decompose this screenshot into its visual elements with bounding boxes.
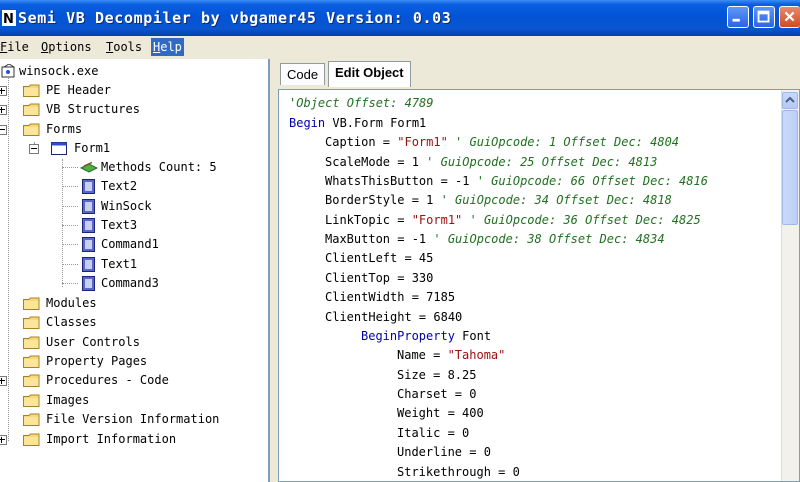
folder-icon [23,374,40,387]
code-line: WhatsThisButton = -1 ' GuiOpcode: 66 Off… [325,174,708,188]
methods-icon [80,162,98,173]
control-icon [82,179,95,194]
expand-icon[interactable] [0,435,7,445]
project-tree[interactable]: winsock.exe PE Header VB Structures Form… [0,59,270,482]
code-line: ClientWidth = 7185 [325,290,456,304]
tree-connector [62,206,78,207]
tree-item-forms[interactable]: Forms [0,120,265,139]
scroll-thumb[interactable] [782,110,798,225]
expand-icon[interactable] [0,105,7,115]
tree-connector [62,244,78,245]
code-line: ClientHeight = 6840 [325,310,463,324]
tree-item-import-information[interactable]: Import Information [0,430,265,449]
tree-item-file-version-information[interactable]: File Version Information [0,410,265,429]
folder-icon [23,297,40,310]
tree-item-form1[interactable]: Form1 [0,139,265,158]
minimize-button[interactable] [727,6,749,28]
code-line: BeginProperty Font [361,329,492,343]
control-icon [82,218,95,233]
code-view[interactable]: 'Object Offset: 4789 Begin VB.Form Form1… [278,89,800,482]
code-line: ClientLeft = 45 [325,251,434,265]
exe-icon [1,64,15,78]
code-line: Strikethrough = 0 [397,465,520,479]
folder-icon [23,394,40,407]
code-line: 'Object Offset: 4789 [289,96,434,110]
control-icon [82,237,95,252]
tree-item-text2[interactable]: Text2 [0,177,265,196]
code-line: Underline = 0 [397,445,491,459]
tree-item-modules[interactable]: Modules [0,294,265,313]
tree-root[interactable]: winsock.exe [0,62,265,81]
expand-icon[interactable] [0,86,7,96]
folder-icon [23,103,40,116]
folder-icon [23,123,40,136]
tab-strip: Code Edit Object [272,59,800,89]
tree-item-text3[interactable]: Text3 [0,216,265,235]
svg-text:N: N [3,12,14,26]
tree-item-vb-structures[interactable]: VB Structures [0,100,265,119]
tree-item-property-pages[interactable]: Property Pages [0,352,265,371]
code-line: LinkTopic = "Form1" ' GuiOpcode: 36 Offs… [325,213,701,227]
code-line: ClientTop = 330 [325,271,434,285]
maximize-icon [757,10,770,23]
folder-icon [23,84,40,97]
menu-bar: File Options Tools Help [0,36,800,58]
menu-tools[interactable]: Tools [104,38,144,56]
folder-icon [23,355,40,368]
tree-item-command1[interactable]: Command1 [0,235,265,254]
code-line: Charset = 0 [397,387,477,401]
control-icon [82,276,95,291]
code-line: Begin VB.Form Form1 [289,116,427,130]
tab-edit-object[interactable]: Edit Object [328,61,411,87]
form-icon [51,142,67,155]
folder-icon [23,336,40,349]
menu-options[interactable]: Options [39,38,94,56]
close-button[interactable] [779,6,800,28]
chevron-up-icon [785,96,795,103]
code-line: Name = "Tahoma" [397,348,506,362]
code-line: BorderStyle = 1 ' GuiOpcode: 34 Offset D… [325,193,672,207]
tree-item-methods-count[interactable]: Methods Count: 5 [0,158,265,177]
code-line: Size = 8.25 [397,368,477,382]
tab-code[interactable]: Code [280,63,326,85]
maximize-button[interactable] [753,6,775,28]
tree-item-text1[interactable]: Text1 [0,255,265,274]
folder-icon [23,413,40,426]
tree-item-classes[interactable]: Classes [0,313,265,332]
tree-item-pe-header[interactable]: PE Header [0,81,265,100]
tree-item-winsock[interactable]: WinSock [0,197,265,216]
folder-icon [23,433,40,446]
control-icon [82,257,95,272]
code-line: MaxButton = -1 ' GuiOpcode: 38 Offset De… [325,232,665,246]
collapse-icon[interactable] [0,125,7,135]
tree-item-command3[interactable]: Command3 [0,274,265,293]
vertical-scrollbar[interactable] [781,90,799,481]
tree-connector [62,167,78,168]
code-line: Weight = 400 [397,406,484,420]
tree-connector [62,264,78,265]
tree-item-procedures-code[interactable]: Procedures - Code [0,371,265,390]
app-icon: N [2,10,16,26]
minimize-icon [732,18,740,22]
control-icon [82,199,95,214]
code-line: ScaleMode = 1 ' GuiOpcode: 25 Offset Dec… [325,155,658,169]
collapse-icon[interactable] [29,144,39,154]
tree-connector [62,225,78,226]
folder-icon [23,316,40,329]
expand-icon[interactable] [0,376,7,386]
title-bar[interactable]: N Semi VB Decompiler by vbgamer45 Versio… [0,0,800,36]
window-title: Semi VB Decompiler by vbgamer45 Version:… [18,9,452,27]
tree-item-images[interactable]: Images [0,391,265,410]
menu-help[interactable]: Help [151,38,184,56]
tree-item-user-controls[interactable]: User Controls [0,333,265,352]
close-icon [784,11,795,22]
tree-connector [62,186,78,187]
code-line: Italic = 0 [397,426,470,440]
code-line: Caption = "Form1" ' GuiOpcode: 1 Offset … [325,135,680,149]
menu-file[interactable]: File [0,38,31,56]
scroll-up-button[interactable] [782,92,798,109]
tree-connector [62,283,78,284]
